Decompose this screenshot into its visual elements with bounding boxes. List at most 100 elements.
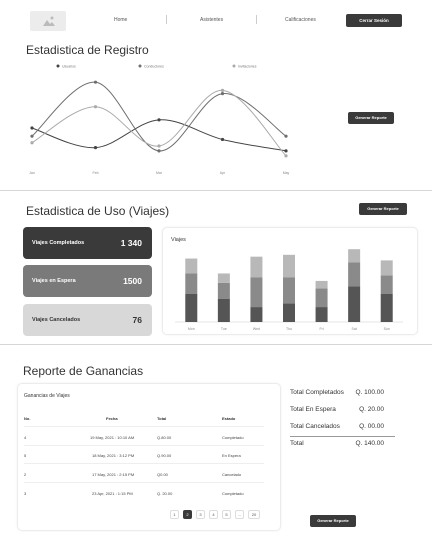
data-point [30, 134, 34, 138]
top-navbar: Home Asistentes Calificaciones Cerrar Se… [0, 0, 432, 40]
bar-segment [283, 254, 295, 278]
bar-segment [250, 256, 263, 278]
cell-total: Q. 20.00 [157, 491, 173, 496]
column-header-fecha: Fecha [106, 416, 118, 421]
data-point [30, 126, 34, 130]
registro-line-chart: Usuarios Conductores Invitaciones Jan Feb Mar… [29, 64, 290, 175]
cell-estado: En Espera [222, 453, 241, 458]
table-row-line [24, 445, 264, 446]
bar-segment [185, 258, 198, 274]
data-point [220, 88, 225, 92]
column-header-estado: Estado [222, 416, 236, 421]
column-header-total: Total [157, 416, 167, 421]
column-header-no: No. [24, 416, 31, 421]
ganancias-table-panel: Ganancias de Viajes [17, 383, 281, 531]
cell-estado: Completado [222, 491, 244, 496]
stat-card-en-espera: Viajes en Espera 1500 [23, 265, 152, 297]
stat-card-completados: Viajes Completados 1 340 [23, 227, 152, 259]
table-row-line [24, 482, 264, 483]
cell-estado: Completado [222, 435, 244, 440]
cell-total: Q.80.00 [157, 435, 172, 440]
x-tick-label: Feb [92, 171, 98, 175]
summary-total-label: Total [290, 440, 304, 447]
cell-no: 4 [24, 435, 27, 440]
uso-report-button[interactable]: Generar Reporte [359, 203, 407, 215]
cell-fecha: 23 Apr, 2021 : 1:15 PM [92, 491, 133, 496]
page-button[interactable]: 3 [196, 510, 205, 519]
x-tick-label: Thu [286, 327, 292, 331]
summary-completados-label: Total Completados [290, 389, 344, 396]
cell-no: 3 [24, 491, 27, 496]
bar-segment [185, 273, 198, 294]
viajes-bar-chart: Mon Tue Wed Thu Fri Sat Sun [175, 249, 403, 331]
cell-fecha: 19 May, 2021 : 10:10 AM [90, 435, 135, 440]
table-header-line [24, 426, 264, 427]
series-line [31, 81, 287, 152]
stat-card-label: Viajes Cancelados [32, 317, 81, 323]
stat-card-value: 1500 [123, 276, 142, 286]
logo-image-icon[interactable] [30, 11, 66, 31]
bar-segment [250, 277, 263, 308]
cell-fecha: 18 May, 2021 : 3:12 PM [92, 453, 135, 458]
legend-marker [138, 64, 142, 68]
x-tick-label: Sun [384, 327, 390, 331]
registro-report-button[interactable]: Generar Reporte [348, 112, 394, 124]
section-divider [0, 190, 432, 191]
data-point [93, 105, 98, 109]
x-tick-label: Sat [352, 327, 357, 331]
legend-label: Invitaciones [238, 65, 257, 69]
nav-separator [256, 15, 257, 24]
bar-segment [315, 280, 328, 289]
bar-segment [348, 262, 361, 287]
page-button[interactable]: 4 [209, 510, 218, 519]
nav-separator [166, 15, 167, 24]
summary-cancelados-value: Q. 00.00 [359, 423, 384, 430]
page-button[interactable]: 20 [248, 510, 260, 519]
stat-card-label: Viajes en Espera [32, 278, 76, 284]
bar-segment [380, 260, 393, 276]
bar-segment [315, 307, 328, 322]
cell-fecha: 17 May, 2021 : 2:15 PM [92, 472, 135, 477]
bar-segment [348, 249, 361, 263]
x-tick-label: Fri [320, 327, 324, 331]
stat-card-value: 1 340 [120, 238, 142, 248]
x-tick-label: Wed [253, 327, 260, 331]
x-tick-label: Mon [188, 327, 195, 331]
page-button[interactable]: 5 [222, 510, 231, 519]
data-point [157, 118, 161, 122]
bar-segment [315, 288, 328, 308]
ganancias-report-button[interactable]: Generar Reporte [310, 515, 356, 527]
stat-card-label: Viajes Completados [32, 240, 85, 246]
stat-card-cancelados: Viajes Cancelados 76 [23, 304, 152, 336]
data-point [284, 154, 288, 158]
page-ellipsis: ... [235, 510, 244, 519]
nav-home-link[interactable]: Home [114, 17, 127, 23]
legend-marker [56, 64, 60, 68]
viajes-chart-panel: Viajes Mon Tue Wed Thu Fri Sat Sun [162, 227, 418, 335]
bar-segment [380, 294, 393, 322]
bar-segment [348, 286, 361, 322]
summary-total-line [290, 436, 395, 437]
legend-label: Usuarios [62, 65, 76, 69]
summary-cancelados-label: Total Cancelados [290, 423, 340, 430]
legend-label: Conductores [144, 65, 164, 69]
summary-espera-value: Q. 20.00 [359, 406, 384, 413]
page-button[interactable]: 1 [170, 510, 179, 519]
bar-segment [283, 277, 295, 304]
table-row-line [24, 463, 264, 464]
data-point [220, 137, 225, 142]
logout-button[interactable]: Cerrar Sesión [346, 14, 402, 27]
nav-asistentes-link[interactable]: Asistentes [200, 17, 223, 23]
section-divider [0, 344, 432, 345]
uso-title: Estadistica de Uso (Viajes) [26, 204, 170, 218]
data-point [30, 141, 34, 145]
data-point [157, 144, 161, 148]
x-tick-label: May [283, 171, 290, 175]
page-button[interactable]: 2 [183, 510, 192, 519]
nav-calificaciones-link[interactable]: Calificaciones [285, 17, 316, 23]
x-tick-label: Jan [29, 171, 35, 175]
ganancias-table-title: Ganancias de Viajes [24, 393, 70, 399]
x-tick-label: Mar [156, 171, 163, 175]
data-point [284, 134, 288, 138]
x-tick-label: Apr [220, 171, 226, 175]
